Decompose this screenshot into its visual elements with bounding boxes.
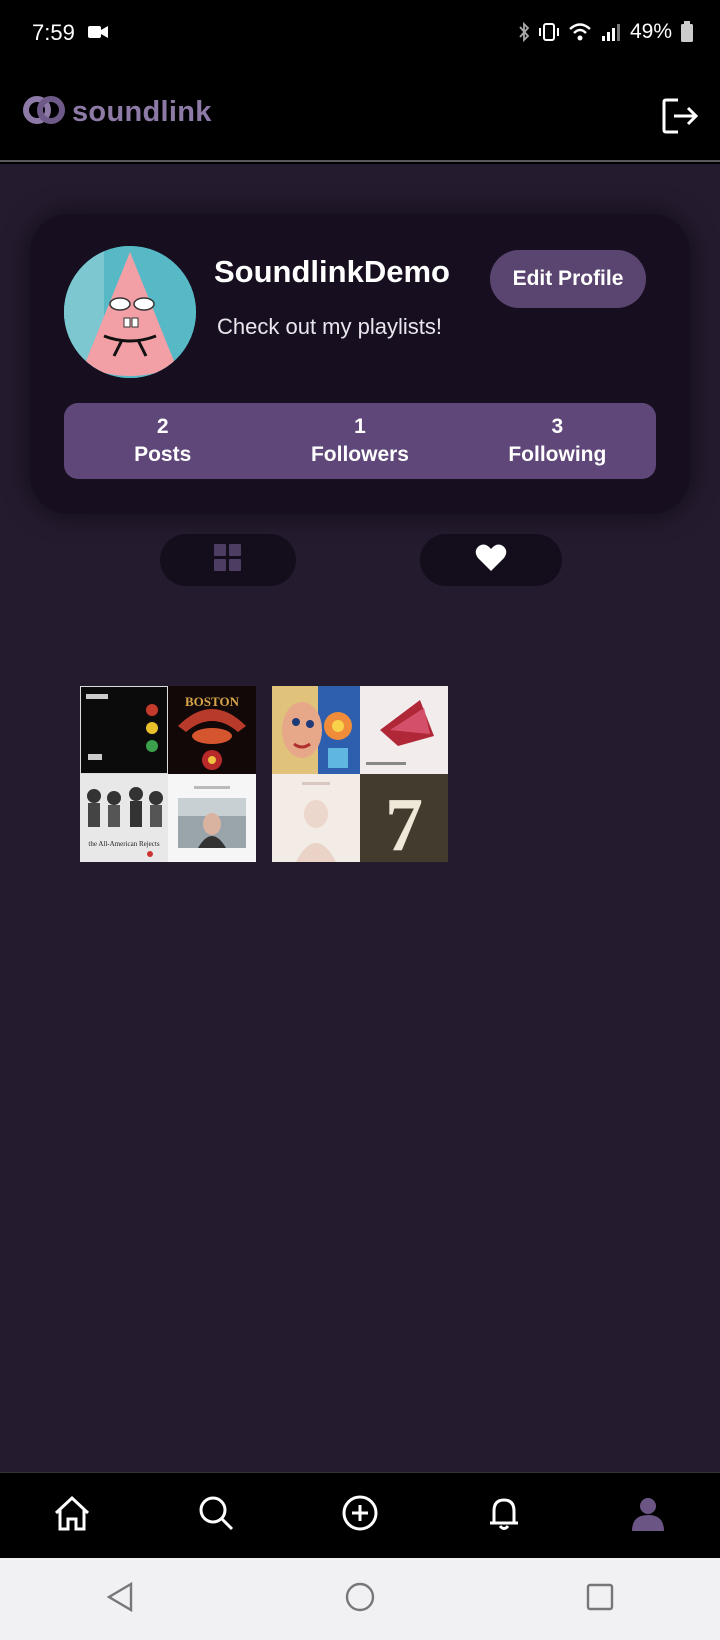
app-header: soundlink [0,66,720,162]
home-icon [52,1493,92,1538]
red-abstract-cover [360,686,448,774]
stat-label: Following [508,443,607,466]
add-icon [340,1493,380,1538]
battery-icon [680,21,694,43]
status-time: 7:59 [32,20,75,45]
stat-followers[interactable]: 1 Followers [261,403,458,479]
nav-home[interactable] [42,1486,102,1546]
tab-liked[interactable] [420,534,562,586]
signal-icon [600,22,622,42]
soundlink-logo-icon [20,92,68,133]
wifi-icon [568,22,592,42]
rejects-cover-text: the All-American Rejects [88,840,159,848]
profile-page: SoundlinkDemo Check out my playlists! Ed… [0,164,720,1472]
profile-bio: Check out my playlists! [217,314,442,339]
logout-icon[interactable] [660,96,700,136]
stat-value: 3 [551,415,564,438]
stat-following[interactable]: 3 Following [459,403,656,479]
recents-button[interactable] [570,1569,630,1629]
playlist-tile[interactable]: BOSTON the All-American Rejects [80,686,256,862]
search-icon [196,1493,236,1538]
home-button[interactable] [330,1569,390,1629]
stat-label: Followers [310,443,409,466]
stat-value: 2 [156,415,169,438]
back-triangle-icon [105,1581,135,1618]
profile-card: SoundlinkDemo Check out my playlists! Ed… [30,214,690,514]
vibrate-icon [538,22,560,42]
bottom-nav [0,1472,720,1558]
stat-value: 1 [354,415,366,438]
boston-spaceship-cover: BOSTON [168,686,256,774]
username: SoundlinkDemo [214,254,450,289]
tab-posts-grid[interactable] [160,534,296,586]
nav-add[interactable] [330,1486,390,1546]
pale-figure-cover [272,774,360,862]
number-seven-cover: 7 [360,774,448,862]
nav-notifications[interactable] [474,1486,534,1546]
status-bar: 7:59 49% [0,0,720,66]
edit-profile-button[interactable]: Edit Profile [490,250,646,308]
grid-icon [213,543,243,578]
notifications-icon [484,1493,524,1538]
playlist-tile[interactable]: 7 [272,686,448,862]
profile-icon [628,1493,668,1538]
nav-profile[interactable] [618,1486,678,1546]
recents-square-icon [585,1582,615,1617]
seven-cover-text: 7 [385,783,423,862]
stat-posts[interactable]: 2 Posts [64,403,261,479]
status-indicators: 49% [518,20,694,44]
back-button[interactable] [90,1569,150,1629]
profile-stats: 2 Posts 1 Followers 3 Following [64,403,656,479]
boston-cover-text: BOSTON [185,694,240,709]
stat-label: Posts [134,443,192,466]
home-circle-icon [344,1581,376,1618]
battery-percent: 49% [629,20,672,43]
nav-search[interactable] [186,1486,246,1546]
avatar[interactable] [64,246,196,378]
portrait-woman-cover [168,774,256,862]
system-nav [0,1558,720,1640]
app-logo[interactable]: soundlink [20,92,212,133]
all-american-rejects-cover: the All-American Rejects [80,774,168,862]
painted-face-cover [272,686,360,774]
app-name: soundlink [72,96,212,128]
heart-icon [475,543,507,578]
video-camera-icon [88,24,108,45]
band-traffic-lights-cover [80,686,168,774]
bluetooth-icon [518,22,530,42]
